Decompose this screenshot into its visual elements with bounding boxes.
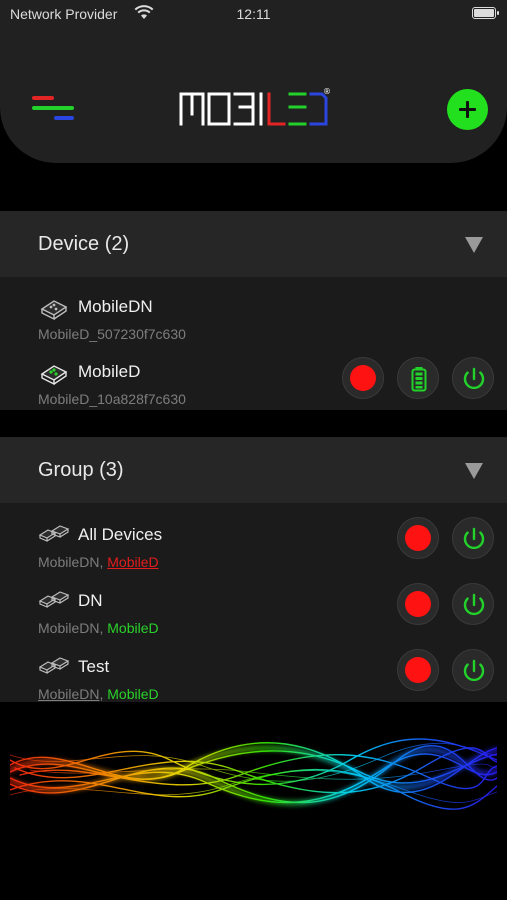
- color-button[interactable]: [342, 357, 384, 399]
- member-mobiledn: MobileDN: [38, 686, 100, 702]
- color-button[interactable]: [397, 517, 439, 559]
- group-members: MobileDN, MobileD: [38, 620, 159, 636]
- device-name: MobileD: [78, 362, 141, 381]
- power-button[interactable]: [452, 357, 494, 399]
- member-mobiled: MobileD: [107, 554, 159, 570]
- device-name: MobileDN: [78, 297, 153, 316]
- power-button[interactable]: [452, 517, 494, 559]
- member-mobiledn: MobileDN: [38, 554, 100, 570]
- group-icon: [38, 591, 70, 608]
- group-members: MobileDN, MobileD: [38, 686, 159, 702]
- collapse-triangle-icon[interactable]: [465, 237, 483, 253]
- menu-button[interactable]: [30, 92, 76, 126]
- color-button[interactable]: [397, 649, 439, 691]
- color-button[interactable]: [397, 583, 439, 625]
- group-row[interactable]: All Devices MobileDN, MobileD: [0, 517, 507, 577]
- device-row[interactable]: MobileDN MobileD_507230f7c630: [0, 289, 507, 349]
- color-swatch: [405, 657, 431, 683]
- power-icon: [463, 593, 485, 616]
- color-swatch: [405, 525, 431, 551]
- color-swatch: [350, 365, 376, 391]
- group-name: All Devices: [78, 525, 163, 544]
- add-button[interactable]: [447, 89, 488, 130]
- device-id: MobileD_10a828f7c630: [38, 391, 186, 407]
- member-mobiled: MobileD: [107, 686, 159, 702]
- status-time: 12:11: [236, 6, 271, 22]
- device-section-header[interactable]: Device (2): [0, 211, 507, 277]
- battery-full-icon: [411, 367, 427, 392]
- group-row[interactable]: Test MobileDN, MobileD: [0, 649, 507, 709]
- group-row[interactable]: DN MobileDN, MobileD: [0, 583, 507, 643]
- collapse-triangle-icon[interactable]: [465, 463, 483, 479]
- power-button[interactable]: [452, 583, 494, 625]
- status-bar: Network Provider 12:11: [0, 0, 507, 28]
- power-icon: [463, 659, 485, 682]
- group-name: Test: [78, 657, 110, 676]
- power-icon: [463, 527, 485, 550]
- color-swatch: [405, 591, 431, 617]
- menu-line-green: [32, 106, 74, 110]
- group-section-header[interactable]: Group (3): [0, 437, 507, 503]
- menu-line-blue: [54, 116, 74, 120]
- menu-line-red: [32, 96, 54, 100]
- device-row[interactable]: MobileD MobileD_10a828f7c630: [0, 354, 507, 414]
- group-section-title: Group (3): [38, 459, 124, 481]
- group-icon: [38, 525, 70, 542]
- power-icon: [463, 367, 485, 390]
- member-mobiled: MobileD: [107, 620, 159, 636]
- registered-mark: ®: [323, 87, 330, 96]
- member-mobiledn: MobileDN: [38, 620, 100, 636]
- battery-status-icon: [472, 7, 499, 19]
- led-strip-icon: [40, 365, 68, 386]
- mobiled-logo: ®: [179, 87, 330, 126]
- led-strip-icon: [40, 300, 68, 321]
- group-name: DN: [78, 591, 103, 610]
- group-list: All Devices MobileDN, MobileD DN MobileD…: [0, 503, 507, 702]
- group-members: MobileDN, MobileD: [38, 554, 159, 570]
- device-list: MobileDN MobileD_507230f7c630 MobileD Mo…: [0, 277, 507, 410]
- battery-button[interactable]: [397, 357, 439, 399]
- device-id: MobileD_507230f7c630: [38, 326, 186, 342]
- device-section-title: Device (2): [38, 233, 130, 255]
- group-icon: [38, 657, 70, 674]
- rainbow-wave-image: [10, 738, 497, 810]
- power-button[interactable]: [452, 649, 494, 691]
